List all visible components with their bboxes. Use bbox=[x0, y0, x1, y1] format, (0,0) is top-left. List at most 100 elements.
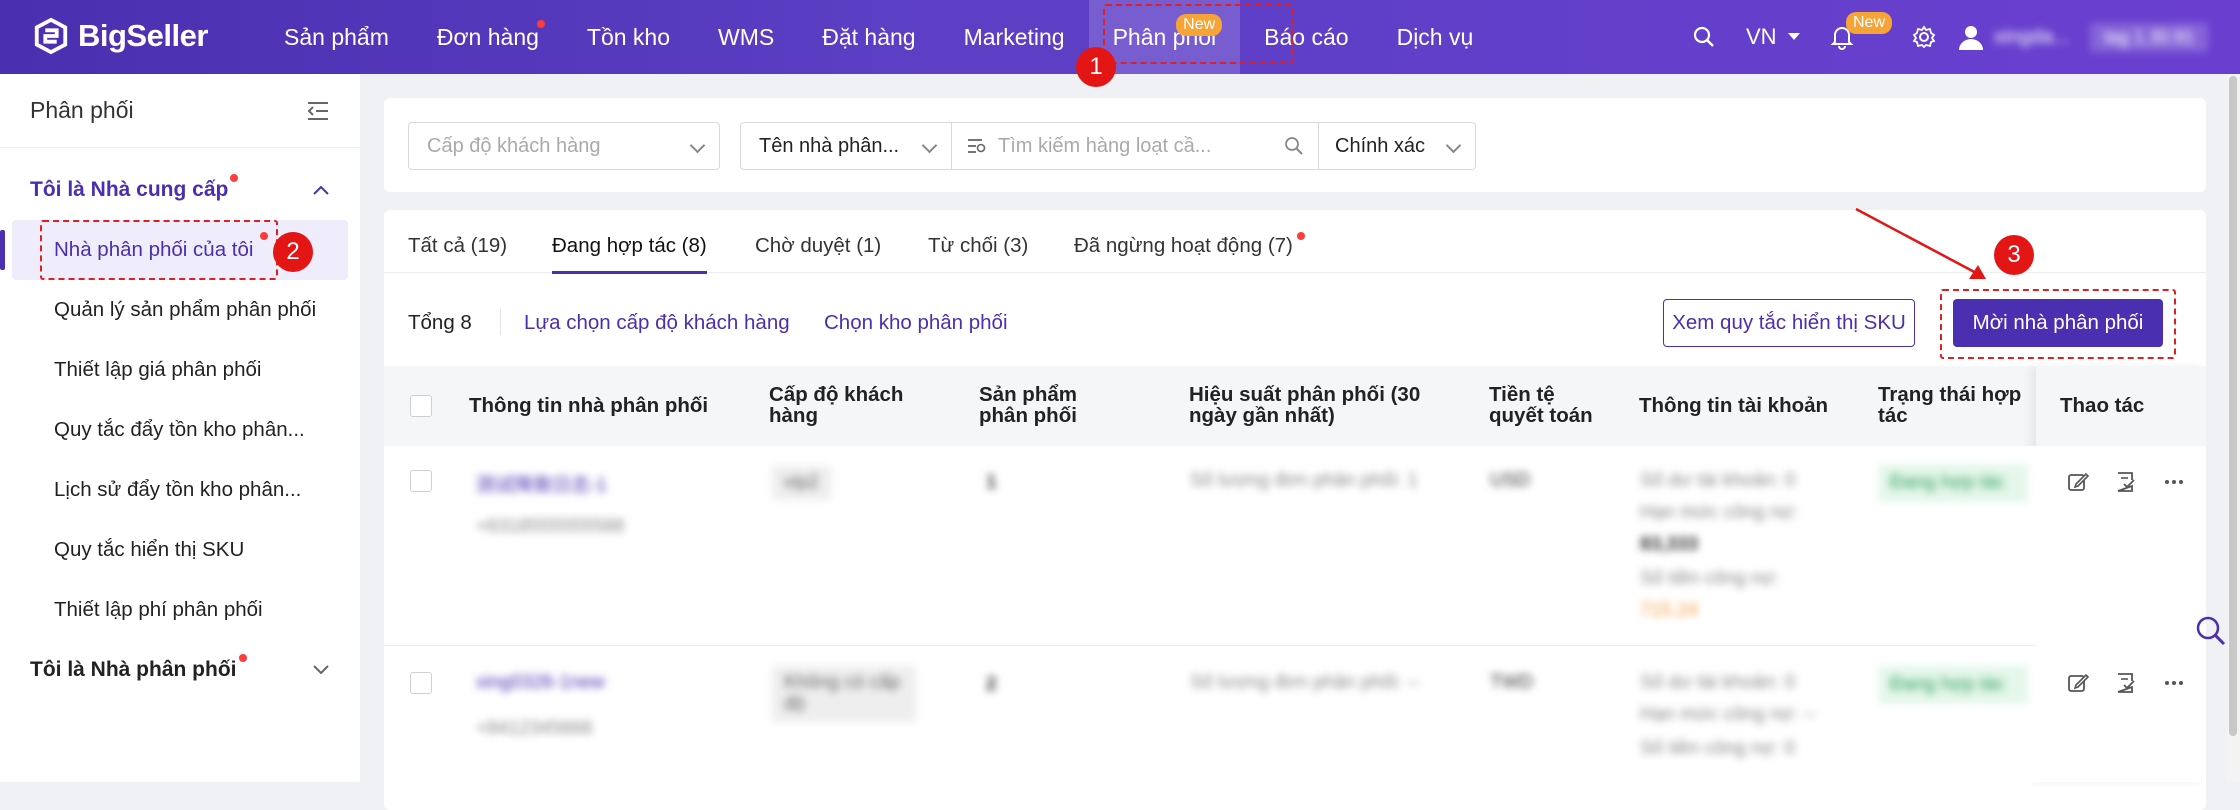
match-mode-select[interactable]: Chính xác bbox=[1318, 122, 1476, 170]
sidebar-item-label: Quy tắc hiển thị SKU bbox=[54, 538, 245, 561]
edit-icon[interactable] bbox=[2063, 668, 2093, 698]
gear-icon[interactable] bbox=[1912, 0, 1936, 74]
customer-level-placeholder: Cấp độ khách hàng bbox=[427, 134, 601, 157]
sidebar-item-label: Lịch sử đẩy tồn kho phân... bbox=[54, 478, 302, 501]
sidebar-item-label: Thiết lập giá phân phối bbox=[54, 358, 262, 381]
tab-cooperating[interactable]: Đang hợp tác (8) bbox=[552, 234, 707, 274]
nav-purchase[interactable]: Đặt hàng bbox=[798, 0, 939, 74]
nav-label: Đơn hàng bbox=[436, 23, 539, 50]
col-account-info: Thông tin tài khoản bbox=[1639, 394, 1829, 417]
select-all-checkbox[interactable] bbox=[410, 395, 432, 417]
version-label: tag 1.30.91 bbox=[2090, 22, 2209, 52]
notification-dot bbox=[230, 174, 239, 182]
row-checkbox[interactable] bbox=[410, 470, 432, 492]
select-warehouse-link[interactable]: Chọn kho phân phối bbox=[824, 311, 1008, 335]
search-icon[interactable] bbox=[1692, 0, 1716, 74]
tab-label: Đang hợp tác (8) bbox=[552, 234, 707, 257]
group-label: Tôi là Nhà cung cấp bbox=[30, 174, 239, 202]
customer-level-tag: vip2 bbox=[772, 466, 831, 500]
divider bbox=[500, 309, 501, 335]
nav-products[interactable]: Sản phẩm bbox=[260, 0, 413, 74]
notification-dot bbox=[260, 232, 268, 240]
tab-label: Từ chối (3) bbox=[928, 234, 1029, 257]
bell-new-badge: New bbox=[1846, 12, 1893, 34]
tab-rejected[interactable]: Từ chối (3) bbox=[928, 234, 1028, 258]
nav-label: Sản phẩm bbox=[284, 23, 389, 50]
tab-deactivated[interactable]: Đã ngừng hoạt động (7) bbox=[1074, 232, 1305, 258]
sidebar-item-product-management[interactable]: Quản lý sản phẩm phân phối bbox=[0, 280, 360, 340]
chevron-up-icon bbox=[313, 185, 329, 195]
version-tag: tag 1.30.91 bbox=[2090, 0, 2209, 74]
product-count[interactable]: 1 bbox=[986, 472, 997, 494]
annotation-marker-1: 1 bbox=[1076, 47, 1116, 87]
tab-label: Chờ duyệt (1) bbox=[755, 234, 882, 257]
nav-label: Báo cáo bbox=[1264, 23, 1349, 50]
sidebar-item-sku-display-rules[interactable]: Quy tắc hiển thị SKU bbox=[0, 520, 360, 580]
invite-distributor-button[interactable]: Mời nhà phân phối bbox=[1953, 299, 2163, 347]
batch-list-icon bbox=[968, 139, 986, 153]
logo-text: BigSeller bbox=[78, 18, 208, 53]
collapse-sidebar-icon[interactable] bbox=[306, 100, 330, 122]
tab-pending[interactable]: Chờ duyệt (1) bbox=[755, 234, 881, 258]
tab-all[interactable]: Tất cả (19) bbox=[408, 234, 507, 258]
search-placeholder: Tìm kiếm hàng loạt cầ... bbox=[998, 134, 1212, 157]
username: xingda... bbox=[1994, 25, 2070, 48]
sidebar-group-distributor[interactable]: Tôi là Nhà phân phối bbox=[0, 640, 360, 700]
language-select[interactable]: VN bbox=[1746, 0, 1801, 74]
more-icon[interactable] bbox=[2159, 668, 2189, 698]
nav-inventory[interactable]: Tồn kho bbox=[563, 0, 694, 74]
sidebar-item-stock-push-rules[interactable]: Quy tắc đẩy tồn kho phân... bbox=[0, 400, 360, 460]
match-mode-label: Chính xác bbox=[1335, 134, 1426, 157]
sidebar-item-label: Quy tắc đẩy tồn kho phân... bbox=[54, 418, 305, 441]
group-label: Tôi là Nhà phân phối bbox=[30, 654, 247, 682]
more-icon[interactable] bbox=[2159, 467, 2189, 497]
new-badge: New bbox=[1176, 14, 1223, 36]
account-balance: Số dư tài khoản: 0 bbox=[1640, 672, 1796, 693]
tab-label: Đã ngừng hoạt động (7) bbox=[1074, 234, 1293, 257]
credit-limit-value: 83,333 bbox=[1640, 534, 1699, 555]
row-checkbox[interactable] bbox=[410, 672, 432, 694]
debt-amount-value: 715.24 bbox=[1640, 600, 1699, 621]
credit-limit-label: Hạn mức công nợ: -- bbox=[1640, 704, 1817, 725]
credit-limit-label: Hạn mức công nợ: bbox=[1640, 502, 1799, 523]
sidebar-group-supplier[interactable]: Tôi là Nhà cung cấp bbox=[0, 160, 360, 220]
user-menu[interactable]: xingda... bbox=[1958, 0, 2070, 74]
sidebar-header: Phân phối bbox=[0, 74, 360, 148]
bigseller-logo[interactable]: BigSeller bbox=[32, 17, 208, 55]
col-distributor-info: Thông tin nhà phân phối bbox=[469, 394, 709, 417]
group-label-text: Tôi là Nhà phân phối bbox=[30, 658, 237, 681]
annotation-arrow bbox=[1855, 207, 1986, 279]
sidebar-item-price-settings[interactable]: Thiết lập giá phân phối bbox=[0, 340, 360, 400]
search-field-select[interactable]: Tên nhà phân... bbox=[740, 122, 952, 170]
chevron-down-icon bbox=[921, 137, 938, 154]
performance-text: Số lượng đơn phân phối: -- bbox=[1190, 672, 1420, 693]
sidebar-item-label: Quản lý sản phẩm phân phối bbox=[54, 298, 317, 321]
distributor-name-link[interactable]: 测试降致日志-1 bbox=[476, 470, 607, 497]
nav-marketing[interactable]: Marketing bbox=[940, 0, 1089, 74]
nav-services[interactable]: Dịch vụ bbox=[1373, 0, 1498, 74]
batch-search-input[interactable]: Tìm kiếm hàng loạt cầ... bbox=[951, 122, 1319, 170]
review-icon[interactable] bbox=[2111, 668, 2141, 698]
nav-reports[interactable]: Báo cáo bbox=[1240, 0, 1372, 74]
customer-level-select[interactable]: Cấp độ khách hàng bbox=[408, 122, 720, 170]
nav-label: Đặt hàng bbox=[822, 23, 916, 50]
bell-icon[interactable]: New bbox=[1830, 0, 1893, 74]
sidebar-item-stock-push-history[interactable]: Lịch sử đẩy tồn kho phân... bbox=[0, 460, 360, 520]
status-badge: Đang hợp tác bbox=[1878, 666, 2028, 704]
select-customer-level-link[interactable]: Lựa chọn cấp độ khách hàng bbox=[524, 311, 790, 335]
edit-icon[interactable] bbox=[2063, 467, 2093, 497]
chevron-down-icon bbox=[313, 665, 329, 675]
col-cooperation-status: Trạng thái hợp tác bbox=[1878, 383, 2022, 427]
scrollbar-thumb[interactable] bbox=[2229, 76, 2237, 736]
product-count[interactable]: 2 bbox=[986, 674, 997, 696]
debt-amount-label: Số tiền công nợ: bbox=[1640, 568, 1780, 589]
nav-wms[interactable]: WMS bbox=[694, 0, 798, 74]
view-sku-rules-button[interactable]: Xem quy tắc hiển thị SKU bbox=[1663, 299, 1915, 347]
distributor-name-link[interactable]: xing0326-1new bbox=[476, 672, 605, 694]
nav-orders[interactable]: Đơn hàng bbox=[413, 0, 563, 74]
group-label-text: Tôi là Nhà cung cấp bbox=[30, 178, 229, 201]
review-icon[interactable] bbox=[2111, 467, 2141, 497]
search-icon[interactable] bbox=[1284, 136, 1304, 156]
sidebar-item-fee-settings[interactable]: Thiết lập phí phân phối bbox=[0, 580, 360, 640]
floating-search-icon[interactable] bbox=[2194, 614, 2228, 653]
